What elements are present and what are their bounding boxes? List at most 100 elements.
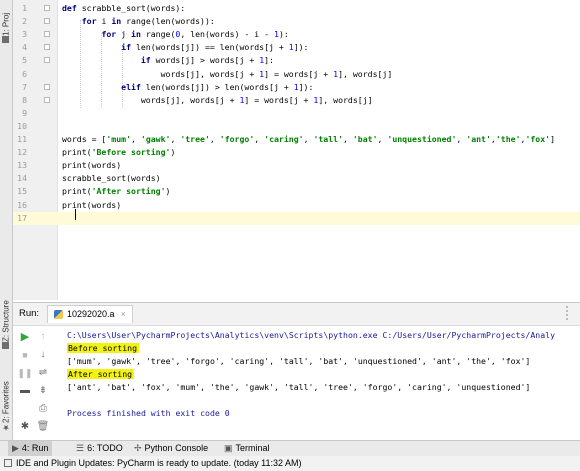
code-text: for i in range(len(words)):: [81, 16, 215, 27]
line-number: 8: [22, 94, 27, 105]
delete-icon[interactable]: 🗑: [35, 419, 51, 435]
structure-tool-tab[interactable]: Z: Structure: [0, 292, 12, 352]
fold-marker-icon[interactable]: [44, 96, 50, 103]
bottom-tool-tabs: ▶ 4: Run ☰ 6: TODO ✢ Python Console ▣ Termin…: [0, 440, 580, 457]
rerun-icon[interactable]: ▶: [17, 329, 33, 345]
star-icon: ★: [1, 423, 11, 432]
line-number: 14: [17, 173, 27, 184]
code-line[interactable]: 10: [13, 120, 580, 133]
code-line[interactable]: 15 print('After sorting'): [13, 185, 580, 198]
code-text: elif len(words[j]) > len(words[j + 1]):: [121, 81, 314, 92]
line-number: 6: [22, 68, 27, 79]
code-line[interactable]: 1 def scrabble_sort(words):: [13, 2, 580, 15]
code-line[interactable]: 8 words[j], words[j + 1] = words[j + 1],…: [13, 94, 580, 107]
line-number: 3: [22, 29, 27, 40]
code-line[interactable]: 7 elif len(words[j]) > len(words[j + 1])…: [13, 81, 580, 94]
run-config-title: 10292020.a: [67, 309, 115, 319]
fold-marker-icon[interactable]: [44, 31, 50, 38]
line-number: 11: [17, 134, 27, 144]
scroll-to-end-icon[interactable]: ⇟: [35, 383, 51, 399]
code-text: print(words): [62, 160, 122, 171]
code-editor[interactable]: 1 def scrabble_sort(words): 2 for i in ran…: [13, 0, 580, 300]
fold-marker-icon[interactable]: [44, 5, 50, 11]
tab-terminal[interactable]: ▣ Terminal: [220, 441, 274, 456]
python-file-icon: [54, 310, 63, 319]
status-window-icon[interactable]: [4, 459, 12, 467]
line-number: 13: [17, 160, 27, 171]
line-number: 15: [17, 186, 27, 197]
tab-todo[interactable]: ☰ 6: TODO: [72, 441, 127, 456]
code-line[interactable]: 5 if words[j] > words[j + 1]:: [13, 54, 580, 67]
code-text: print('Before sorting'): [62, 147, 176, 158]
console-after-label: After sorting: [67, 369, 135, 379]
status-bar: IDE and Plugin Updates: PyCharm is ready…: [0, 456, 580, 471]
fold-marker-icon[interactable]: [44, 18, 50, 25]
line-number: 9: [22, 107, 27, 118]
code-text: words[j], words[j + 1] = words[j + 1], w…: [62, 68, 393, 79]
tab-python-console[interactable]: ✢ Python Console: [130, 441, 212, 456]
tab-todo-label: 6: TODO: [87, 443, 123, 453]
code-line[interactable]: 9: [13, 107, 580, 120]
code-text: print('After sorting'): [62, 186, 171, 197]
code-line[interactable]: 17: [13, 211, 580, 225]
tab-run-label: 4: Run: [21, 443, 49, 453]
run-config-tab[interactable]: 10292020.a ×: [47, 305, 133, 323]
project-tool-tab[interactable]: 1: Proj: [0, 2, 12, 46]
console-command-line: C:\Users\User\PycharmProjects\Analytics\…: [67, 330, 555, 340]
run-icon: ▶: [12, 443, 19, 453]
python-console-icon: ✢: [134, 443, 142, 453]
tab-run[interactable]: ▶ 4: Run: [8, 441, 53, 456]
code-line[interactable]: 4 if len(words[j]) == len(words[j + 1]):: [13, 41, 580, 54]
code-text: scrabble_sort(words): [62, 173, 161, 184]
line-number: 7: [22, 81, 27, 92]
pause-icon[interactable]: ❚❚: [17, 365, 33, 381]
tab-terminal-label: Terminal: [235, 443, 270, 453]
run-toolbar: ▶ ↑ ■ ↓ ❚❚ ⇌ ▬ ⇟ ⎙ ✱ 🗑: [13, 325, 53, 441]
code-line[interactable]: 2 for i in range(len(words)):: [13, 15, 580, 28]
pin-icon[interactable]: ✱: [17, 419, 33, 435]
fold-marker-icon[interactable]: [44, 83, 50, 90]
text-caret: [75, 209, 76, 220]
line-number: 10: [17, 120, 27, 131]
print-icon[interactable]: ⎙: [35, 401, 51, 417]
console-exit-message: Process finished with exit code 0: [67, 408, 230, 418]
code-text: if words[j] > words[j + 1]:: [140, 55, 274, 66]
panel-options-icon[interactable]: [566, 306, 574, 320]
code-text: words = ['mum', 'gawk', 'tree', 'forgo',…: [62, 134, 556, 144]
run-panel-header: Run: 10292020.a ×: [13, 303, 580, 326]
structure-icon: [2, 342, 10, 349]
fold-marker-icon[interactable]: [44, 57, 50, 64]
soft-wrap-icon[interactable]: ⇌: [35, 365, 51, 381]
stop-icon[interactable]: ■: [17, 347, 33, 363]
code-line[interactable]: 13 print(words): [13, 159, 580, 172]
code-line[interactable]: 11 words = ['mum', 'gawk', 'tree', 'forgo…: [13, 133, 580, 146]
up-arrow-icon[interactable]: ↑: [35, 329, 51, 345]
line-number: 1: [22, 3, 27, 13]
code-text: words[j], words[j + 1] = words[j + 1], w…: [62, 94, 373, 105]
code-line[interactable]: 12 print('Before sorting'): [13, 146, 580, 159]
close-tab-icon[interactable]: ×: [121, 306, 126, 323]
status-message[interactable]: IDE and Plugin Updates: PyCharm is ready…: [16, 456, 302, 471]
code-line[interactable]: 6 words[j], words[j + 1] = words[j + 1],…: [13, 68, 580, 81]
code-line[interactable]: 3 for j in range(0, len(words) - i - 1):: [13, 28, 580, 41]
line-number: 17: [17, 212, 27, 223]
line-number: 16: [17, 199, 27, 210]
code-text: def scrabble_sort(words):: [62, 3, 186, 13]
left-tool-strip: 1: Proj Z: Structure ★ 2: Favorites: [0, 0, 13, 440]
run-panel: Run: 10292020.a × ▶ ↑ ■ ↓ ❚❚ ⇌ ▬ ⇟ ⎙ ✱ 🗑…: [13, 302, 580, 441]
run-label: Run:: [19, 308, 40, 319]
structure-tab-label: Z: Structure: [1, 300, 11, 342]
code-line[interactable]: 14 scrabble_sort(words): [13, 172, 580, 185]
favorites-tool-tab[interactable]: ★ 2: Favorites: [0, 372, 12, 432]
code-line[interactable]: 16 print(words): [13, 199, 580, 212]
folder-icon: [2, 36, 10, 43]
tab-python-console-label: Python Console: [144, 443, 209, 453]
line-number: 5: [22, 55, 27, 66]
line-number: 2: [22, 16, 27, 27]
line-number: 4: [22, 42, 27, 53]
favorites-tab-label: 2: Favorites: [1, 381, 11, 423]
console-output[interactable]: C:\Users\User\PycharmProjects\Analytics\…: [61, 325, 580, 441]
layout-icon[interactable]: ▬: [17, 383, 33, 399]
down-arrow-icon[interactable]: ↓: [35, 347, 51, 363]
fold-marker-icon[interactable]: [44, 44, 50, 51]
